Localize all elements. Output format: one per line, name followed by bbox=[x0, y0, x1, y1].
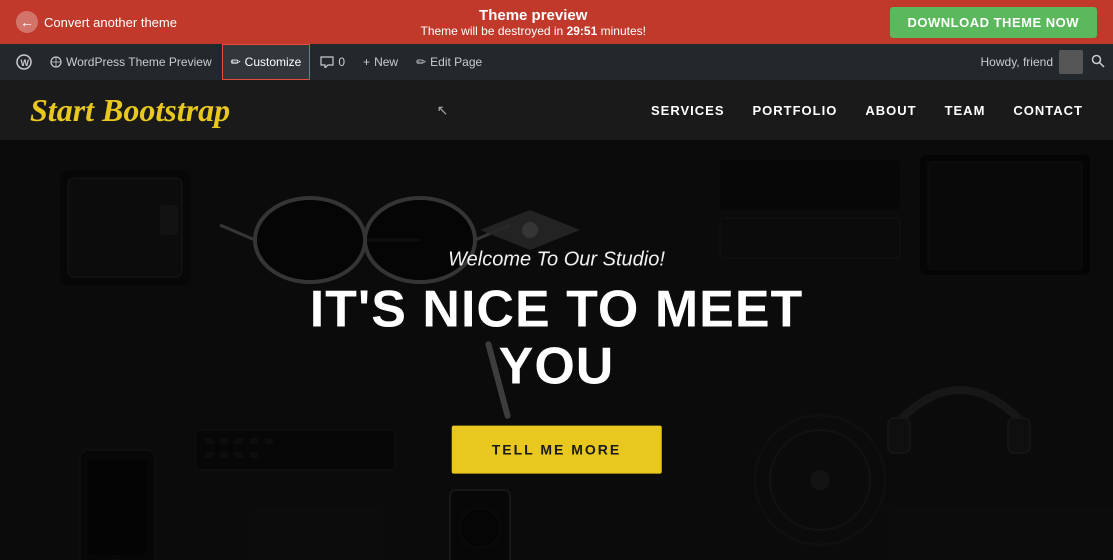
download-theme-button[interactable]: DOWNLOAD THEME NOW bbox=[890, 7, 1097, 38]
customize-pencil-icon: ✏ bbox=[231, 55, 241, 69]
banner-center-info: Theme preview Theme will be destroyed in… bbox=[421, 7, 646, 38]
edit-page-button[interactable]: ✏ Edit Page bbox=[408, 44, 490, 80]
theme-preview-banner: ← Convert another theme Theme preview Th… bbox=[0, 0, 1113, 44]
site-navigation: SERVICES PORTFOLIO ABOUT TEAM CONTACT bbox=[651, 103, 1083, 118]
hero-section: Welcome To Our Studio! IT'S NICE TO MEET… bbox=[0, 140, 1113, 560]
site-icon bbox=[50, 56, 62, 68]
hero-cta-button[interactable]: TELL ME MORE bbox=[452, 426, 662, 474]
hero-title: IT'S NICE TO MEET YOU bbox=[278, 282, 835, 396]
new-content-button[interactable]: + New bbox=[355, 44, 406, 80]
admin-bar-right: Howdy, friend bbox=[981, 50, 1105, 74]
comment-icon bbox=[320, 56, 334, 68]
edit-page-label: Edit Page bbox=[430, 55, 482, 69]
hero-subtitle: Welcome To Our Studio! bbox=[278, 249, 835, 272]
countdown-timer: 29:51 bbox=[567, 24, 598, 38]
howdy-user-button[interactable]: Howdy, friend bbox=[981, 50, 1083, 74]
wp-logo-button[interactable]: W bbox=[8, 44, 40, 80]
customize-button[interactable]: ✏ Customize bbox=[222, 44, 311, 80]
banner-subtitle: Theme will be destroyed in 29:51 minutes… bbox=[421, 24, 646, 38]
new-label: New bbox=[374, 55, 398, 69]
nav-about[interactable]: ABOUT bbox=[865, 103, 916, 118]
svg-text:W: W bbox=[21, 58, 30, 68]
plus-icon: + bbox=[363, 55, 370, 69]
convert-another-theme-button[interactable]: ← Convert another theme bbox=[16, 11, 177, 33]
site-header: Start Bootstrap ↖ SERVICES PORTFOLIO ABO… bbox=[0, 80, 1113, 140]
comments-button[interactable]: 0 bbox=[312, 44, 353, 80]
user-avatar bbox=[1059, 50, 1083, 74]
search-icon bbox=[1091, 54, 1105, 68]
site-title: Start Bootstrap bbox=[30, 92, 230, 129]
nav-services[interactable]: SERVICES bbox=[651, 103, 725, 118]
nav-team[interactable]: TEAM bbox=[945, 103, 986, 118]
cursor-indicator: ↖ bbox=[437, 102, 449, 119]
hero-content: Welcome To Our Studio! IT'S NICE TO MEET… bbox=[278, 249, 835, 474]
comments-count: 0 bbox=[338, 55, 345, 69]
theme-preview-label: WordPress Theme Preview bbox=[66, 55, 212, 69]
wordpress-theme-preview-button[interactable]: WordPress Theme Preview bbox=[42, 44, 220, 80]
wp-icon: W bbox=[16, 54, 32, 70]
wp-admin-bar: W WordPress Theme Preview ✏ Customize 0 … bbox=[0, 44, 1113, 80]
howdy-label: Howdy, friend bbox=[981, 55, 1053, 69]
banner-title: Theme preview bbox=[421, 7, 646, 24]
edit-icon: ✏ bbox=[416, 55, 426, 69]
back-label: Convert another theme bbox=[44, 15, 177, 30]
admin-bar-left: W WordPress Theme Preview ✏ Customize 0 … bbox=[8, 44, 490, 80]
search-button[interactable] bbox=[1091, 54, 1105, 71]
nav-portfolio[interactable]: PORTFOLIO bbox=[753, 103, 838, 118]
customize-label: Customize bbox=[245, 55, 302, 69]
back-icon: ← bbox=[16, 11, 38, 33]
nav-contact[interactable]: CONTACT bbox=[1013, 103, 1083, 118]
